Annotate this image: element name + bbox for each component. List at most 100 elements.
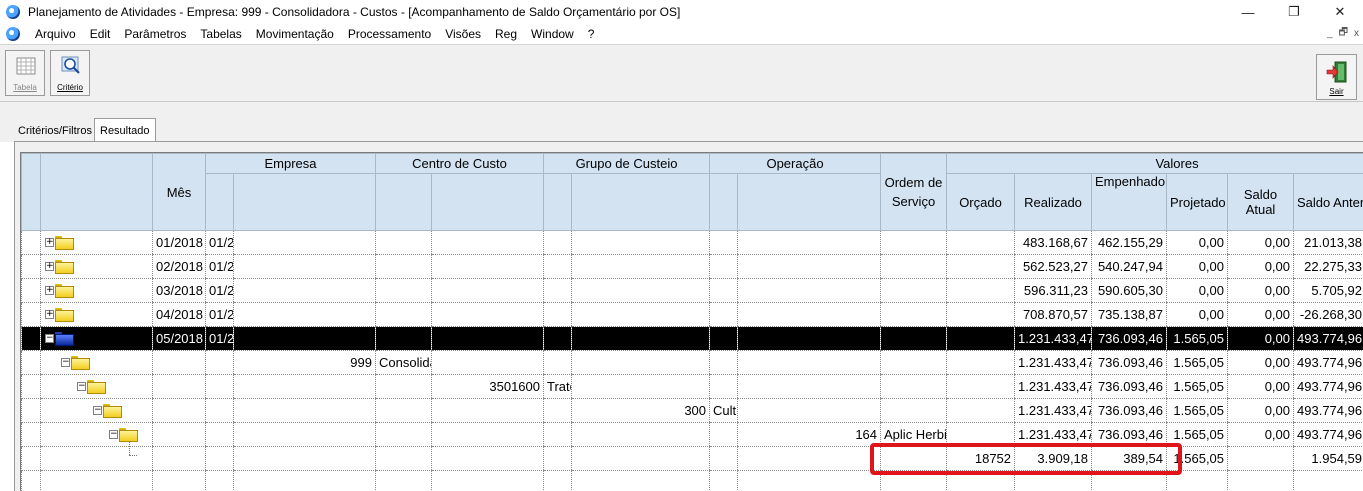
cell-periodo[interactable] — [205, 446, 234, 471]
mdi-app-icon[interactable] — [6, 26, 20, 41]
cell-gc-cod[interactable] — [571, 350, 710, 375]
cell-saldo-atual[interactable]: -26.268,30 — [1293, 302, 1363, 327]
cell-op-cod[interactable] — [737, 398, 881, 423]
cell-realizado[interactable]: 462.155,29 — [1091, 230, 1167, 255]
cell-saldo-atual[interactable]: 1.954,59 — [1293, 446, 1363, 471]
cell-cc-cod[interactable] — [430, 446, 544, 471]
cell-op-cod[interactable] — [737, 278, 881, 303]
cell-cc-nome[interactable] — [543, 278, 572, 303]
cell-gc-cod[interactable] — [571, 422, 710, 447]
header-empenhado[interactable]: Empenhado — [1091, 173, 1168, 231]
expand-icon[interactable]: + — [45, 309, 54, 319]
cell-emp-cod[interactable] — [233, 326, 376, 351]
cell-mes[interactable]: 04/2018 — [152, 302, 206, 327]
cell-periodo[interactable] — [205, 398, 234, 423]
cell-mes[interactable] — [152, 350, 206, 375]
cell-op-cod[interactable] — [737, 302, 881, 327]
cell-op-nome[interactable] — [880, 398, 947, 423]
cell-orcado[interactable]: 562.523,27 — [1014, 254, 1092, 279]
tab-criterios-filtros[interactable]: Critérios/Filtros — [14, 120, 96, 141]
cell-cc-cod[interactable] — [430, 398, 544, 423]
mdi-restore-button[interactable]: 🗗 — [1339, 25, 1348, 42]
close-button[interactable]: ✕ — [1317, 0, 1363, 24]
menu-parametros[interactable]: Parâmetros — [117, 27, 193, 41]
cell-emp-cod[interactable] — [233, 446, 376, 471]
cell-op-cod[interactable] — [737, 254, 881, 279]
cell-saldo-atual[interactable]: 493.774,96 — [1293, 374, 1363, 399]
cell-realizado[interactable]: 736.093,46 — [1091, 326, 1167, 351]
table-row[interactable]: − 999Consolidadora - Custos 1.231.433,4773… — [21, 350, 1363, 375]
cell-orcado[interactable]: 1.231.433,47 — [1014, 374, 1092, 399]
cell-projetado[interactable]: 0,00 — [1227, 302, 1294, 327]
cell-cc-cod[interactable] — [430, 254, 544, 279]
table-row[interactable]: − 3501600Tratos Cana Soca 1.231.433,47736.… — [21, 374, 1363, 399]
cell-realizado[interactable]: 735.138,87 — [1091, 302, 1167, 327]
menu-tabelas[interactable]: Tabelas — [193, 27, 248, 41]
cell-op-cod[interactable] — [737, 230, 881, 255]
cell-ordem[interactable] — [946, 254, 1015, 279]
cell-cc-nome[interactable] — [543, 302, 572, 327]
cell-emp-cod[interactable] — [233, 374, 376, 399]
header-projetado[interactable]: Projetado — [1166, 173, 1229, 231]
cell-empenhado[interactable]: 0,00 — [1166, 254, 1228, 279]
cell-saldo-atual[interactable]: 22.275,33 — [1293, 254, 1363, 279]
row-selector[interactable] — [21, 398, 41, 423]
cell-cc-cod[interactable] — [430, 230, 544, 255]
table-row[interactable]: +04/201801/2018 ---> 04/2018 708.870,5773… — [21, 302, 1363, 327]
cell-cc-cod[interactable] — [430, 278, 544, 303]
cell-cc-nome[interactable]: Tratos Cana Soca — [543, 374, 572, 399]
cell-gc-nome[interactable] — [709, 254, 738, 279]
menu-reg[interactable]: Reg — [488, 27, 524, 41]
cell-gc-cod[interactable]: 300 — [571, 398, 710, 423]
cell-emp-cod[interactable] — [233, 254, 376, 279]
cell-saldo-atual[interactable]: 5.705,92 — [1293, 278, 1363, 303]
cell-cc-nome[interactable] — [543, 398, 572, 423]
cell-emp-nome[interactable] — [375, 302, 432, 327]
header-empresa[interactable]: Empresa — [205, 153, 376, 174]
cell-orcado[interactable]: 596.311,23 — [1014, 278, 1092, 303]
row-selector[interactable] — [21, 278, 41, 303]
cell-realizado[interactable]: 736.093,46 — [1091, 398, 1167, 423]
collapse-icon[interactable]: − — [93, 405, 102, 415]
cell-periodo[interactable]: 01/2018 ---> 01/2018 — [205, 230, 234, 255]
cell-realizado[interactable]: 590.605,30 — [1091, 278, 1167, 303]
cell-mes[interactable]: 02/2018 — [152, 254, 206, 279]
cell-emp-cod[interactable] — [233, 278, 376, 303]
cell-projetado[interactable]: 0,00 — [1227, 374, 1294, 399]
table-row[interactable]: +02/201801/2018 ---> 02/2018 562.523,2754… — [21, 254, 1363, 279]
cell-cc-nome[interactable] — [543, 446, 572, 471]
cell-op-cod[interactable]: 164 — [737, 422, 881, 447]
collapse-icon[interactable]: − — [61, 357, 70, 367]
menu-help[interactable]: ? — [581, 27, 602, 41]
cell-projetado[interactable]: 0,00 — [1227, 230, 1294, 255]
tree-node[interactable]: − — [61, 356, 90, 370]
result-grid[interactable]: Mês Empresa Centro de Custo Grupo de Cus… — [20, 152, 1363, 491]
row-selector[interactable] — [21, 374, 41, 399]
row-selector[interactable] — [21, 230, 41, 255]
cell-gc-nome[interactable] — [709, 326, 738, 351]
sair-button[interactable]: Sair — [1316, 54, 1357, 100]
cell-gc-nome[interactable] — [709, 374, 738, 399]
cell-cc-cod[interactable]: 3501600 — [430, 374, 544, 399]
cell-projetado[interactable]: 0,00 — [1227, 326, 1294, 351]
cell-gc-nome[interactable] — [709, 350, 738, 375]
restore-button[interactable]: ❐ — [1271, 0, 1317, 24]
cell-ordem[interactable] — [946, 374, 1015, 399]
cell-op-nome[interactable] — [880, 254, 947, 279]
cell-projetado[interactable]: 0,00 — [1227, 422, 1294, 447]
menu-visoes[interactable]: Visões — [438, 27, 488, 41]
tree-node[interactable]: − — [93, 404, 122, 418]
cell-cc-nome[interactable] — [543, 422, 572, 447]
cell-empenhado[interactable]: 1.565,05 — [1166, 326, 1228, 351]
collapse-icon[interactable]: − — [77, 381, 86, 391]
menu-arquivo[interactable]: Arquivo — [28, 27, 83, 41]
tree-cell[interactable]: − — [40, 374, 153, 399]
cell-emp-nome[interactable] — [375, 398, 432, 423]
cell-empenhado[interactable]: 0,00 — [1166, 302, 1228, 327]
cell-gc-nome[interactable] — [709, 302, 738, 327]
header-valores[interactable]: Valores — [946, 153, 1363, 174]
cell-projetado[interactable]: 0,00 — [1227, 278, 1294, 303]
mdi-close-button[interactable]: x — [1354, 28, 1359, 39]
menu-window[interactable]: Window — [524, 27, 581, 41]
cell-orcado[interactable]: 708.870,57 — [1014, 302, 1092, 327]
